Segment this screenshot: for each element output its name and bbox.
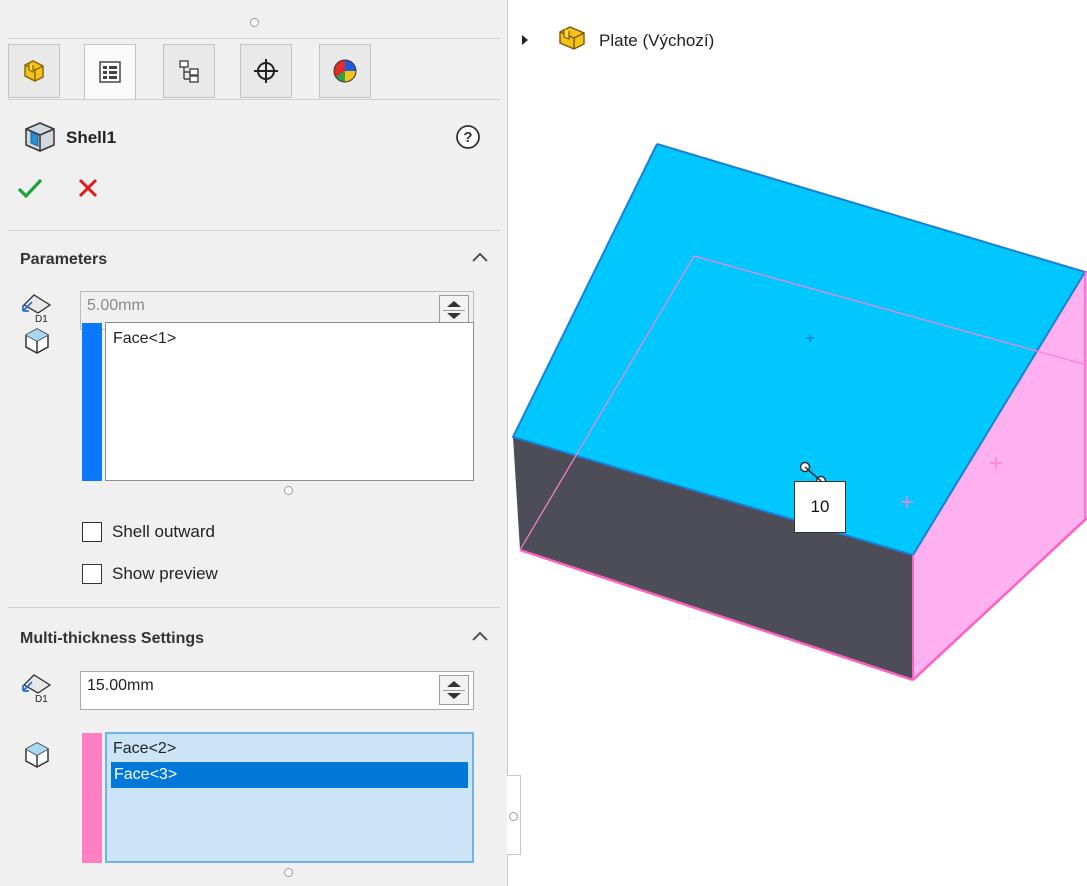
collapse-parameters-button[interactable] <box>471 250 489 268</box>
tab-configuration-manager[interactable] <box>163 44 215 98</box>
svg-text:?: ? <box>463 129 472 146</box>
spin-down-icon <box>447 313 461 319</box>
thickness-callout[interactable]: 10 <box>794 481 846 533</box>
list-resize-grip[interactable] <box>284 868 293 877</box>
thickness-value: 5.00mm <box>87 297 145 314</box>
spinner-divider <box>443 310 465 311</box>
tree-expand-arrow[interactable] <box>520 33 530 50</box>
multi-thickness-value: 15.00mm <box>87 677 154 694</box>
tab-dimxpert-manager[interactable] <box>240 44 292 98</box>
tab-feature-manager[interactable] <box>8 44 60 98</box>
faces-to-remove-icon <box>22 326 52 360</box>
collapse-multi-thickness-button[interactable] <box>471 629 489 647</box>
part-tree-label[interactable]: Plate (Výchozí) <box>599 31 714 51</box>
multi-thickness-section-title: Multi-thickness Settings <box>20 630 205 647</box>
list-resize-grip[interactable] <box>284 486 293 495</box>
chevron-up-icon <box>472 252 488 262</box>
multi-thickness-faces-icon <box>22 740 52 774</box>
configuration-icon <box>179 60 199 83</box>
callout-value: 10 <box>810 497 830 516</box>
multi-thickness-dimension-icon: D1 <box>20 671 54 709</box>
check-icon <box>17 178 43 199</box>
cancel-button[interactable] <box>76 176 100 204</box>
crosshair-icon <box>254 59 278 83</box>
shell-outward-checkbox[interactable] <box>82 522 102 542</box>
graphics-viewport[interactable] <box>508 60 1087 886</box>
svg-text:D1: D1 <box>35 694 48 705</box>
section-divider <box>8 607 500 608</box>
thickness-spinner[interactable] <box>439 295 469 325</box>
spin-up-icon <box>447 681 461 687</box>
ok-button[interactable] <box>17 177 43 203</box>
thickness-dimension-icon: D1 <box>20 291 54 329</box>
list-item-selected[interactable]: Face<3> <box>111 762 468 788</box>
faces-color-swatch-pink[interactable] <box>82 733 102 863</box>
x-icon <box>78 178 98 198</box>
multi-thickness-faces-list[interactable]: Face<2> Face<3> <box>105 732 474 863</box>
svg-text:D1: D1 <box>35 314 48 325</box>
shell-outward-label: Shell outward <box>112 522 216 541</box>
list-item[interactable]: Face<2> <box>107 734 472 762</box>
chevron-up-icon <box>472 631 488 641</box>
property-list-icon <box>99 61 121 83</box>
feature-tree-icon <box>24 60 44 82</box>
show-preview-label: Show preview <box>112 564 218 583</box>
appearance-sphere-icon <box>333 59 357 83</box>
tabbar-top-divider <box>8 38 500 39</box>
spinner-divider <box>443 690 465 691</box>
tab-display-manager[interactable] <box>319 44 371 98</box>
header-divider <box>8 230 500 231</box>
multi-thickness-input[interactable]: 15.00mm <box>80 671 474 710</box>
help-icon[interactable]: ? <box>454 123 482 155</box>
show-preview-checkbox[interactable] <box>82 564 102 584</box>
tabbar-bottom-divider <box>8 99 500 100</box>
multi-thickness-spinner[interactable] <box>439 675 469 705</box>
faces-color-swatch-blue[interactable] <box>82 323 102 481</box>
spin-up-icon <box>447 301 461 307</box>
feature-title: Shell1 <box>66 128 117 147</box>
panel-resize-grip[interactable] <box>250 18 259 27</box>
shell-feature-icon <box>22 121 58 157</box>
part-icon <box>554 22 590 56</box>
tab-property-manager[interactable] <box>84 44 136 100</box>
caret-right-icon <box>522 35 528 45</box>
spin-down-icon <box>447 693 461 699</box>
list-item[interactable]: Face<1> <box>106 323 473 355</box>
manager-tabbar <box>8 44 500 100</box>
parameters-section-title: Parameters <box>20 251 108 268</box>
faces-to-remove-list[interactable]: Face<1> <box>105 322 474 481</box>
